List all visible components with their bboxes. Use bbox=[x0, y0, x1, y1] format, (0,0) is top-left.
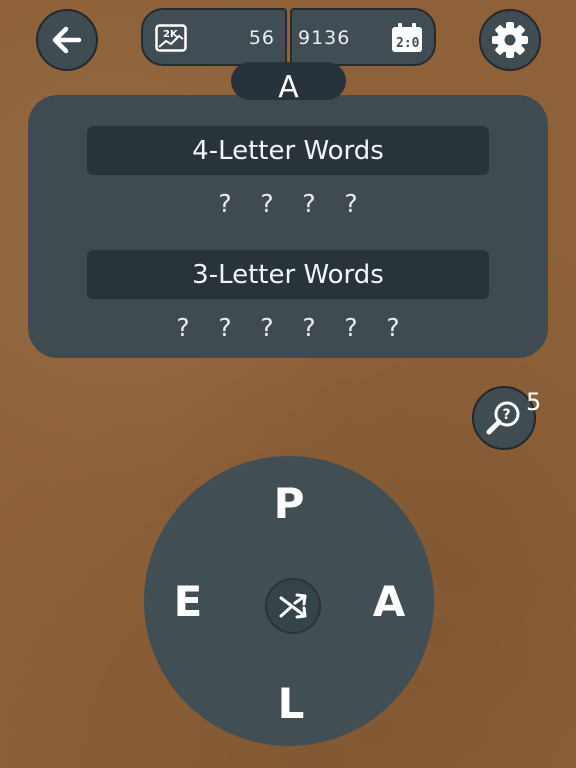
gear-icon bbox=[492, 22, 528, 58]
shuffle-button[interactable] bbox=[265, 578, 321, 634]
wheel-letter-right[interactable]: A bbox=[359, 571, 419, 631]
wheel-letter-left[interactable]: E bbox=[158, 571, 218, 631]
arrow-left-icon bbox=[52, 26, 82, 54]
word-slot: ? bbox=[344, 189, 358, 218]
category-4-letter-header: 4-Letter Words bbox=[87, 126, 489, 175]
current-word: A bbox=[278, 70, 299, 100]
word-slot: ? bbox=[260, 313, 274, 342]
word-slot: ? bbox=[260, 189, 274, 218]
word-slot: ? bbox=[176, 313, 190, 342]
score-value: 56 bbox=[248, 27, 275, 49]
category-3-letter-slots: ? ? ? ? ? ? bbox=[87, 313, 489, 342]
wheel-letter-bottom[interactable]: L bbox=[261, 673, 321, 733]
2k-chart-icon: 2K bbox=[155, 24, 187, 52]
calendar-clock-icon: 2:0 bbox=[392, 23, 422, 52]
current-word-tab: A bbox=[231, 62, 346, 100]
back-button[interactable] bbox=[36, 9, 98, 71]
daily-display: 9136 2:0 bbox=[290, 8, 436, 66]
wheel-letter-top[interactable]: P bbox=[259, 473, 319, 533]
category-3-letter-header: 3-Letter Words bbox=[87, 250, 489, 299]
svg-text:?: ? bbox=[503, 407, 511, 423]
magnifier-question-icon: ? bbox=[486, 401, 520, 435]
word-slot: ? bbox=[302, 189, 316, 218]
category-4-letter-slots: ? ? ? ? bbox=[87, 189, 489, 218]
daily-value: 9136 bbox=[298, 27, 351, 49]
word-slot: ? bbox=[302, 313, 316, 342]
hint-count: 5 bbox=[526, 388, 542, 416]
word-slot: ? bbox=[218, 313, 232, 342]
shuffle-icon bbox=[279, 593, 307, 619]
word-slot: ? bbox=[218, 189, 232, 218]
settings-button[interactable] bbox=[479, 9, 541, 71]
word-slot: ? bbox=[386, 313, 400, 342]
svg-text:2:0: 2:0 bbox=[396, 36, 420, 51]
word-slot: ? bbox=[344, 313, 358, 342]
score-display: 2K 56 bbox=[141, 8, 287, 66]
